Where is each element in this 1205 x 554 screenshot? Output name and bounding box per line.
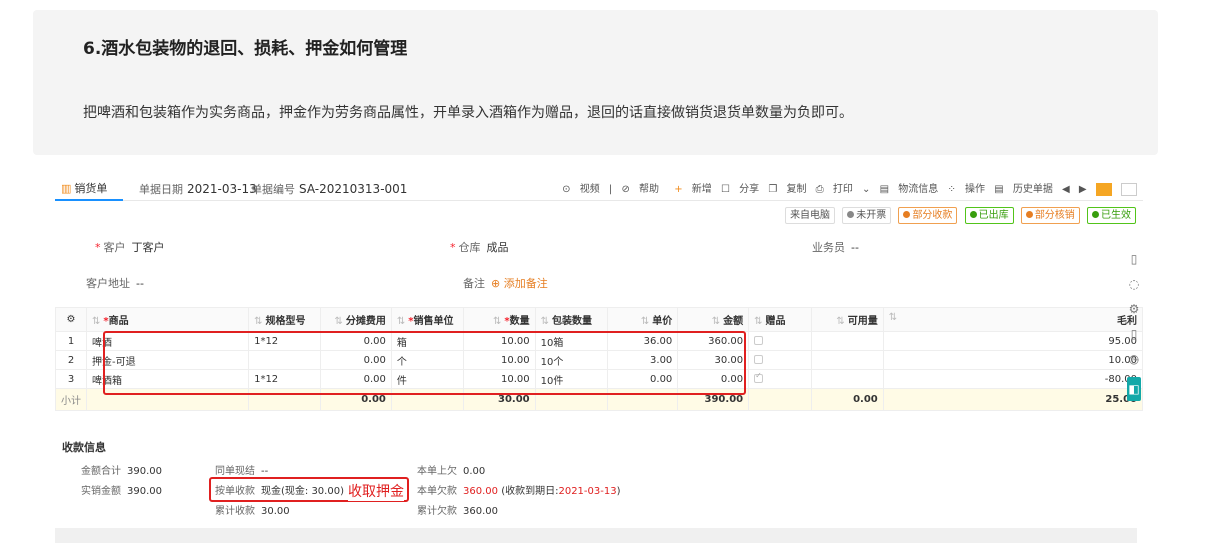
subtotal-row: 小计 0.00 30.00 390.00 0.00 25.00 bbox=[55, 388, 1144, 411]
logistics-button[interactable]: ▤ 物流信息 bbox=[880, 184, 939, 195]
share-button[interactable]: ☐ 分享 bbox=[721, 184, 759, 195]
next-icon[interactable]: ▶ bbox=[1079, 184, 1087, 195]
prev-icon[interactable]: ◀ bbox=[1062, 184, 1070, 195]
col-price[interactable]: ⇅ 单价 bbox=[606, 307, 679, 332]
toolbar: ⊙ 视频 | ⊘ 帮助 + 新增 ☐ 分享 ❐ 复制 ⎙ 打印 ⌄ ▤ 物流信息… bbox=[556, 180, 1137, 196]
add-remark-link[interactable]: ⊕ 添加备注 bbox=[491, 277, 548, 290]
new-button[interactable]: + 新增 bbox=[668, 184, 712, 195]
col-gift[interactable]: ⇅ 赠品 bbox=[748, 307, 812, 332]
divider: | bbox=[608, 184, 613, 195]
top-bar: ▥ 销货单 单据日期 2021-03-13 单据编号 SA-20210313-001 … bbox=[55, 173, 1143, 201]
partial-writeoff-badge: 部分核销 bbox=[1020, 207, 1080, 224]
chevron-down-icon: ⌄ bbox=[862, 184, 871, 195]
gift-checkbox[interactable] bbox=[748, 350, 812, 370]
operate-button[interactable]: ⁘ 操作 bbox=[947, 184, 985, 195]
active-panel-icon[interactable]: ◧ bbox=[1127, 377, 1141, 401]
col-spec[interactable]: ⇅ 规格型号 bbox=[248, 307, 321, 332]
address-field[interactable]: 客户地址 -- bbox=[86, 275, 144, 291]
doc-date: 单据日期 2021-03-13 bbox=[139, 182, 257, 196]
col-product[interactable]: ⇅ *商品 bbox=[85, 307, 250, 332]
grid-view-icon[interactable] bbox=[1121, 182, 1137, 196]
video-button[interactable]: ⊙ 视频 bbox=[562, 184, 600, 195]
remark-field: 备注 ⊕ 添加备注 bbox=[463, 277, 548, 290]
gift-checkbox[interactable] bbox=[748, 369, 812, 389]
cumulative-owe: 累计欠款 360.00 bbox=[417, 506, 498, 517]
col-pack[interactable]: ⇅ 包装数量 bbox=[534, 307, 608, 332]
sales-order-screenshot: ▥ 销货单 单据日期 2021-03-13 单据编号 SA-20210313-001 … bbox=[55, 173, 1144, 543]
copy-button[interactable]: ❐ 复制 bbox=[768, 184, 806, 195]
bottom-bar bbox=[55, 528, 1137, 543]
customer-field[interactable]: * 客户 丁客户 bbox=[95, 239, 165, 255]
list-view-icon[interactable] bbox=[1095, 182, 1112, 196]
receipt-title: 收款信息 bbox=[62, 441, 106, 454]
col-profit[interactable]: ⇅ 毛利 bbox=[882, 307, 1144, 332]
deposit-note: 收取押金 bbox=[348, 481, 404, 501]
refresh-icon[interactable]: ◌ bbox=[1127, 277, 1141, 291]
note-icon[interactable]: ▯ bbox=[1127, 327, 1141, 341]
settings-icon[interactable]: ⚙ bbox=[1127, 302, 1141, 316]
previous-owe: 本单上欠 0.00 bbox=[417, 466, 486, 477]
faq-title: 6.酒水包装物的退回、损耗、押金如何管理 bbox=[83, 39, 408, 59]
table-header: ⚙ ⇅ *商品 ⇅ 规格型号 ⇅ 分摊费用 ⇅ *销售单位 ⇅ *数量 ⇅ 包装数量 ⇅ 单价… bbox=[55, 307, 1144, 332]
col-amount[interactable]: ⇅ 金额 bbox=[677, 307, 750, 332]
status-badges: 来自电脑 未开票 部分收款 已出库 部分核销 已生效 bbox=[781, 207, 1136, 224]
print-button[interactable]: ⎙ 打印 ⌄ bbox=[816, 184, 871, 195]
actual-amount: 实销金额 390.00 bbox=[81, 486, 162, 497]
table-row[interactable]: 2 押金-可退 0.00 个 10.00 10个 3.00 30.00 10.0… bbox=[55, 350, 1144, 370]
col-fee[interactable]: ⇅ 分摊费用 bbox=[319, 307, 392, 332]
current-owe: 本单欠款 360.00 (收款到期日:2021-03-13) bbox=[417, 486, 621, 497]
same-bill-settle: 同单现结 -- bbox=[215, 466, 269, 477]
help-button[interactable]: ⊘ 帮助 bbox=[621, 184, 659, 195]
plus-icon: + bbox=[674, 184, 683, 195]
faq-text: 把啤酒和包装箱作为实务商品，押金作为劳务商品属性，开单录入酒箱作为赠品，退回的话… bbox=[83, 105, 853, 121]
invoice-badge: 未开票 bbox=[842, 207, 892, 224]
partial-receive-badge: 部分收款 bbox=[898, 207, 958, 224]
col-avail[interactable]: ⇅ 可用量 bbox=[810, 307, 884, 332]
total-amount: 金额合计 390.00 bbox=[81, 466, 162, 477]
doc-number: 单据编号 SA-20210313-001 bbox=[251, 182, 408, 196]
settings-icon[interactable]: ⚙ bbox=[55, 307, 87, 332]
by-bill-receipt[interactable]: 按单收款 现金(现金: 30.00) bbox=[215, 482, 344, 497]
source-badge: 来自电脑 bbox=[785, 207, 836, 224]
out-badge: 已出库 bbox=[964, 207, 1014, 224]
gift-checkbox[interactable] bbox=[748, 331, 812, 351]
salesman-field[interactable]: 业务员 -- bbox=[812, 239, 859, 255]
warehouse-field[interactable]: * 仓库 成品 bbox=[450, 239, 509, 255]
doc-icon[interactable]: ▯ bbox=[1127, 252, 1141, 266]
faq-box: 6.酒水包装物的退回、损耗、押金如何管理 把啤酒和包装箱作为实务商品，押金作为劳… bbox=[33, 10, 1158, 155]
items-table: ⚙ ⇅ *商品 ⇅ 规格型号 ⇅ 分摊费用 ⇅ *销售单位 ⇅ *数量 ⇅ 包装数量 ⇅ 单价… bbox=[55, 307, 1144, 411]
table-row[interactable]: 1 啤酒 1*12 0.00 箱 10.00 10箱 36.00 360.00 … bbox=[55, 331, 1144, 351]
side-toolbar: ▯ ◌ ⚙ ▯ ◷ ◧ bbox=[1127, 252, 1143, 412]
clock-icon[interactable]: ◷ bbox=[1127, 352, 1141, 366]
col-qty[interactable]: ⇅ *数量 bbox=[462, 307, 536, 332]
history-button[interactable]: ▤ 历史单据 bbox=[994, 184, 1053, 195]
tab-sales-order[interactable]: ▥ 销货单 bbox=[61, 180, 107, 196]
tab-underline bbox=[55, 199, 123, 201]
sales-doc-icon: ▥ bbox=[61, 182, 72, 195]
effective-badge: 已生效 bbox=[1087, 207, 1136, 224]
col-unit[interactable]: ⇅ *销售单位 bbox=[390, 307, 464, 332]
cumulative-receipt: 累计收款 30.00 bbox=[215, 506, 290, 517]
table-row[interactable]: 3 啤酒箱 1*12 0.00 件 10.00 10件 0.00 0.00 -8… bbox=[55, 369, 1144, 389]
